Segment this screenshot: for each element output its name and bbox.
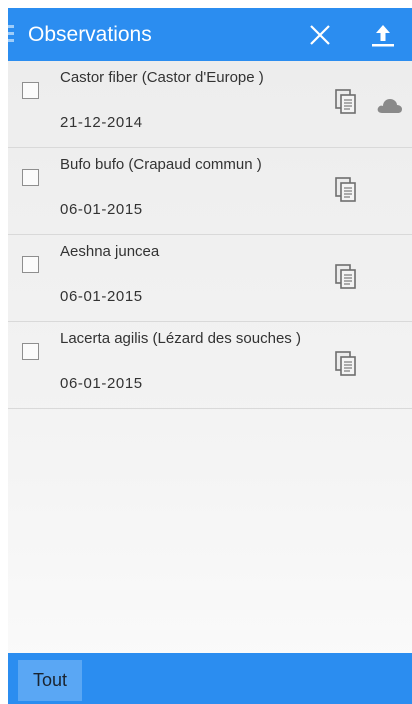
observation-name: Bufo bufo (Crapaud commun ) (60, 156, 262, 173)
close-button[interactable] (306, 21, 334, 49)
upload-icon (372, 25, 394, 47)
row-checkbox[interactable] (22, 82, 39, 99)
observation-date: 06-01-2015 (60, 201, 143, 218)
observation-date: 21-12-2014 (60, 114, 143, 131)
observation-date: 06-01-2015 (60, 375, 143, 392)
copy-icon[interactable] (335, 351, 357, 377)
row-checkbox[interactable] (22, 169, 39, 186)
observation-list: Castor fiber (Castor d'Europe ) 21-12-20… (8, 61, 412, 409)
copy-icon[interactable] (335, 177, 357, 203)
copy-icon[interactable] (335, 264, 357, 290)
observation-row[interactable]: Castor fiber (Castor d'Europe ) 21-12-20… (8, 61, 412, 148)
observation-name: Aeshna juncea (60, 243, 160, 260)
observation-row[interactable]: Aeshna juncea 06-01-2015 (8, 235, 412, 322)
top-app-bar: Observations (8, 8, 412, 61)
observation-date: 06-01-2015 (60, 288, 143, 305)
copy-icon[interactable] (335, 89, 357, 115)
row-checkbox[interactable] (22, 256, 39, 273)
row-checkbox[interactable] (22, 343, 39, 360)
menu-icon[interactable] (8, 25, 14, 43)
select-all-button[interactable]: Tout (18, 660, 82, 701)
close-icon (310, 25, 330, 45)
page-title: Observations (28, 23, 152, 46)
observation-row[interactable]: Lacerta agilis (Lézard des souches ) 06-… (8, 322, 412, 409)
observation-name: Castor fiber (Castor d'Europe ) (60, 69, 264, 86)
observation-name: Lacerta agilis (Lézard des souches ) (60, 330, 301, 347)
cloud-icon[interactable] (376, 98, 403, 114)
bottom-bar: Tout (8, 653, 412, 704)
app-screen: Observations Castor fiber (Castor d'Euro… (8, 8, 412, 704)
upload-button[interactable] (368, 21, 398, 49)
observation-row[interactable]: Bufo bufo (Crapaud commun ) 06-01-2015 (8, 148, 412, 235)
